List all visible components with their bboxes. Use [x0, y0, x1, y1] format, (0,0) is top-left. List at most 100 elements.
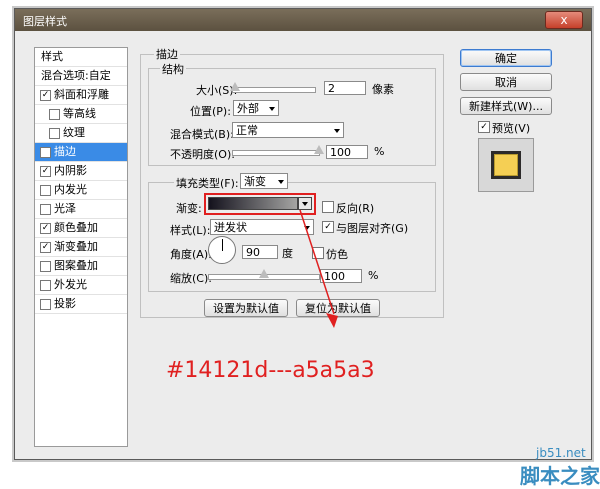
- opacity-label: 不透明度(O):: [170, 148, 235, 161]
- style-list-label: 颜色叠加: [54, 221, 98, 234]
- style-list-checkbox[interactable]: [40, 185, 51, 196]
- size-slider-knob[interactable]: [229, 82, 240, 91]
- chevron-down-icon: [334, 129, 340, 133]
- size-input[interactable]: 2: [324, 81, 366, 95]
- gradient-label: 渐变:: [176, 202, 202, 215]
- style-list-checkbox[interactable]: ✓: [40, 223, 51, 234]
- scale-unit: %: [368, 269, 379, 282]
- style-list-item[interactable]: 混合选项:自定: [35, 67, 127, 86]
- style-list-label: 样式: [41, 50, 63, 63]
- style-list-item[interactable]: 图案叠加: [35, 257, 127, 276]
- style-list-item[interactable]: 内发光: [35, 181, 127, 200]
- style-list-checkbox[interactable]: ✓: [40, 90, 51, 101]
- close-button[interactable]: x: [545, 11, 583, 29]
- style-list-label: 斜面和浮雕: [54, 88, 109, 101]
- reset-default-button[interactable]: 复位为默认值: [296, 299, 380, 317]
- size-unit: 像素: [372, 83, 394, 96]
- annotation-text: #14121d---a5a5a3: [166, 358, 375, 383]
- style-list-item[interactable]: 外发光: [35, 276, 127, 295]
- style-list-item[interactable]: 样式: [35, 48, 127, 67]
- style-list-item[interactable]: 等高线: [35, 105, 127, 124]
- opacity-slider-knob[interactable]: [314, 145, 324, 154]
- style-list-label: 光泽: [54, 202, 76, 215]
- fill-type-label: 填充类型(F):: [174, 175, 241, 191]
- style-list-checkbox[interactable]: [40, 261, 51, 272]
- chevron-down-icon: [302, 202, 308, 206]
- style-list-checkbox[interactable]: [40, 280, 51, 291]
- angle-dial[interactable]: [208, 236, 236, 264]
- structure-group-title: 结构: [160, 61, 186, 77]
- style-list-item[interactable]: 光泽: [35, 200, 127, 219]
- window-title: 图层样式: [23, 15, 67, 28]
- set-default-button[interactable]: 设置为默认值: [204, 299, 288, 317]
- preview-swatch: [491, 151, 521, 179]
- opacity-unit: %: [374, 145, 385, 158]
- style-list-item[interactable]: ✓ 描边: [35, 143, 127, 162]
- chevron-down-icon: [304, 226, 310, 230]
- reverse-checkbox[interactable]: [322, 201, 334, 213]
- opacity-slider[interactable]: [232, 145, 324, 156]
- ok-button[interactable]: 确定: [460, 49, 552, 67]
- style-list-item[interactable]: 纹理: [35, 124, 127, 143]
- gradient-picker[interactable]: [208, 197, 298, 210]
- dither-checkbox[interactable]: [312, 247, 324, 259]
- position-select[interactable]: 外部: [233, 100, 279, 116]
- style-list-checkbox[interactable]: [49, 128, 60, 139]
- style-list: 样式 混合选项:自定 ✓ 斜面和浮雕 等高线 纹理 ✓ 描边 ✓ 内阴影 内发光 光泽 ✓ 颜色叠加 ✓ 渐变…: [34, 47, 128, 447]
- style-list-label: 内发光: [54, 183, 87, 196]
- chevron-down-icon: [278, 180, 284, 184]
- align-with-layer-checkbox[interactable]: ✓: [322, 221, 334, 233]
- stroke-group-title: 描边: [154, 46, 180, 62]
- gradient-style-select[interactable]: 迸发状: [210, 219, 314, 235]
- style-list-checkbox[interactable]: [40, 299, 51, 310]
- style-list-item[interactable]: ✓ 渐变叠加: [35, 238, 127, 257]
- style-list-label: 投影: [54, 297, 76, 310]
- chevron-down-icon: [269, 107, 275, 111]
- scale-slider[interactable]: [208, 269, 320, 280]
- style-list-label: 纹理: [63, 126, 85, 139]
- fill-type-select[interactable]: 渐变: [240, 173, 288, 189]
- style-list-label: 渐变叠加: [54, 240, 98, 253]
- fill-type-value: 渐变: [244, 175, 266, 188]
- style-list-label: 等高线: [63, 107, 96, 120]
- blend-mode-select[interactable]: 正常: [232, 122, 344, 138]
- cancel-button[interactable]: 取消: [460, 73, 552, 91]
- style-list-checkbox[interactable]: ✓: [40, 147, 51, 158]
- reverse-label: 反向(R): [336, 202, 375, 215]
- scale-slider-knob[interactable]: [259, 269, 269, 278]
- gradient-dropdown-button[interactable]: [298, 197, 312, 210]
- style-list-label: 混合选项:自定: [41, 69, 111, 82]
- style-list-label: 描边: [54, 145, 76, 158]
- new-style-button[interactable]: 新建样式(W)...: [460, 97, 552, 115]
- angle-input[interactable]: 90: [242, 245, 278, 259]
- blend-mode-value: 正常: [236, 124, 258, 137]
- style-list-item[interactable]: ✓ 斜面和浮雕: [35, 86, 127, 105]
- style-list-checkbox[interactable]: [49, 109, 60, 120]
- size-slider[interactable]: [229, 82, 316, 93]
- align-with-layer-label: 与图层对齐(G): [336, 222, 409, 235]
- style-list-label: 内阴影: [54, 164, 87, 177]
- position-value: 外部: [237, 102, 259, 115]
- scale-label: 缩放(C):: [170, 272, 212, 285]
- style-list-checkbox[interactable]: ✓: [40, 242, 51, 253]
- angle-label: 角度(A):: [170, 248, 212, 261]
- preview-label: 预览(V): [492, 122, 531, 135]
- opacity-input[interactable]: 100: [326, 145, 368, 159]
- preview-checkbox[interactable]: ✓: [478, 121, 490, 133]
- style-list-label: 图案叠加: [54, 259, 98, 272]
- blend-mode-label: 混合模式(B):: [170, 128, 234, 141]
- style-list-checkbox[interactable]: [40, 204, 51, 215]
- style-list-item[interactable]: ✓ 内阴影: [35, 162, 127, 181]
- watermark-logo-text: 脚本之家: [520, 464, 600, 488]
- style-list-item[interactable]: ✓ 颜色叠加: [35, 219, 127, 238]
- style-list-label: 外发光: [54, 278, 87, 291]
- style-list-item[interactable]: 投影: [35, 295, 127, 314]
- scale-input[interactable]: 100: [320, 269, 362, 283]
- style-list-checkbox[interactable]: ✓: [40, 166, 51, 177]
- gradient-style-label: 样式(L):: [170, 224, 211, 237]
- title-bar[interactable]: 图层样式 x: [15, 9, 591, 31]
- position-label: 位置(P):: [190, 105, 231, 118]
- gradient-style-value: 迸发状: [214, 221, 247, 234]
- style-preview-thumbnail: [478, 138, 534, 192]
- dither-label: 仿色: [326, 248, 348, 261]
